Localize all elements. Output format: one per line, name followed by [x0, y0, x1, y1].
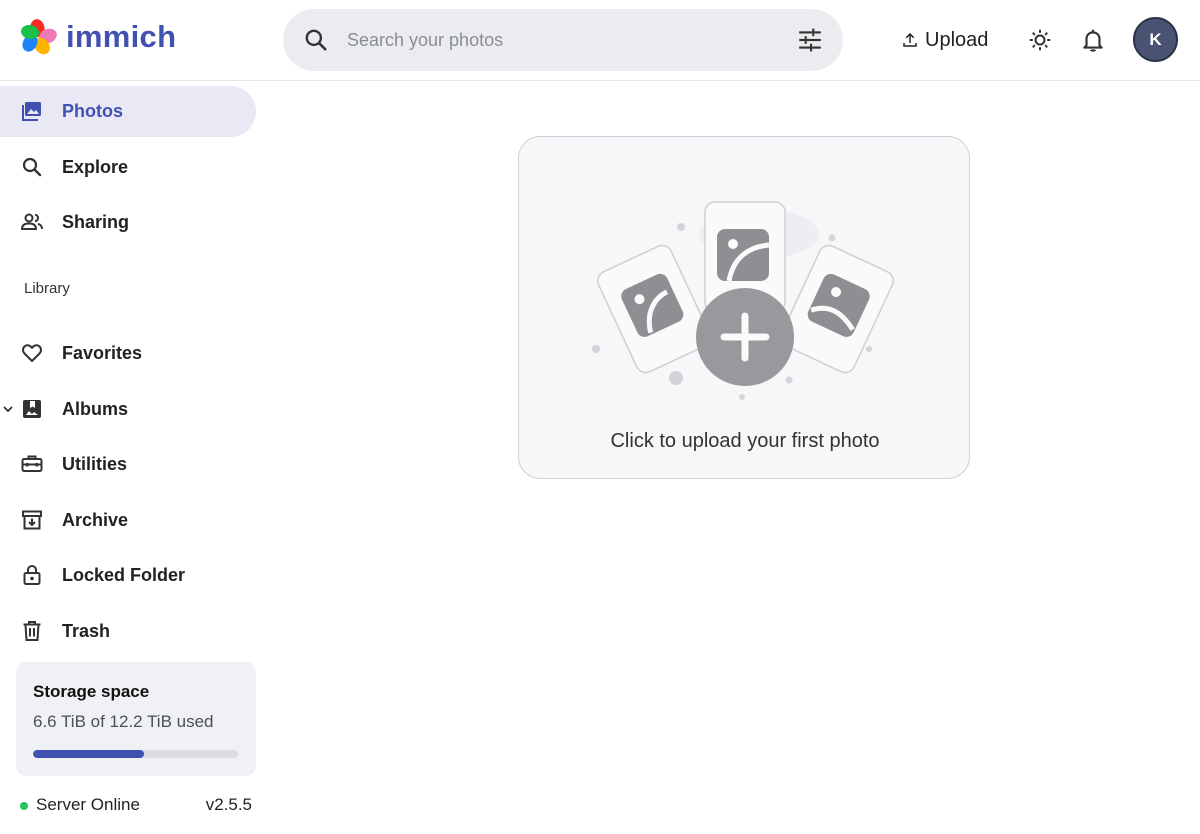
storage-progress-fill — [33, 750, 144, 758]
sidebar-item-archive[interactable]: Archive — [0, 495, 256, 546]
photos-icon — [22, 102, 41, 121]
sidebar-item-label: Photos — [62, 101, 123, 121]
library-section-label: Library — [24, 280, 70, 297]
brightness-icon — [1029, 29, 1051, 51]
upload-caption: Click to upload your first photo — [610, 430, 880, 452]
user-avatar[interactable]: K — [1133, 17, 1178, 62]
people-icon — [20, 213, 43, 230]
sidebar-item-utilities[interactable]: Utilities — [0, 439, 256, 490]
search-input[interactable] — [347, 21, 777, 59]
top-bar: immich Upload — [0, 0, 1200, 81]
chevron-down-icon[interactable] — [2, 403, 14, 415]
search-bar[interactable] — [283, 9, 843, 71]
sidebar-item-label: Archive — [62, 510, 129, 530]
sidebar-item-label: Utilities — [62, 454, 128, 474]
sidebar-item-sharing[interactable]: Sharing — [0, 197, 256, 248]
upload-label: Upload — [925, 28, 989, 51]
immich-logo[interactable]: immich — [20, 18, 176, 56]
server-status: Server Online v2.5.5 — [20, 795, 256, 819]
server-status-text: Server Online — [36, 795, 140, 814]
sidebar-item-trash[interactable]: Trash — [0, 606, 256, 657]
album-icon — [23, 400, 41, 418]
server-version[interactable]: v2.5.5 — [206, 795, 252, 815]
immich-pinwheel-logo-icon — [21, 19, 57, 55]
storage-progress-bar — [33, 750, 238, 758]
sidebar-item-label: Trash — [62, 621, 111, 641]
sidebar-item-label: Locked Folder — [62, 565, 186, 585]
sidebar-item-photos[interactable]: Photos — [0, 86, 256, 137]
sidebar-item-label: Explore — [62, 157, 129, 177]
sidebar-item-locked-folder[interactable]: Locked Folder — [0, 550, 256, 601]
search-icon[interactable] — [303, 27, 329, 53]
notifications-button[interactable] — [1073, 20, 1113, 60]
heart-icon — [22, 344, 42, 362]
sidebar: Photos Explore Sharing Library Favorites — [0, 82, 270, 834]
upload-icon — [903, 32, 917, 47]
upload-photos-illustration — [592, 201, 894, 400]
storage-panel: Storage space 6.6 TiB of 12.2 TiB used — [16, 662, 256, 776]
logo-text: immich — [66, 19, 177, 54]
trash-icon — [23, 621, 41, 641]
archive-icon — [22, 510, 42, 530]
theme-toggle-button[interactable] — [1020, 20, 1060, 60]
empty-upload-placeholder[interactable]: Click to upload your first photo — [518, 136, 970, 479]
sidebar-item-label: Favorites — [62, 343, 143, 363]
bell-icon — [1083, 29, 1103, 52]
lock-icon — [23, 564, 41, 585]
toolbox-icon — [21, 455, 43, 472]
sidebar-item-label: Sharing — [62, 212, 130, 232]
status-dot — [20, 802, 28, 810]
sidebar-item-explore[interactable]: Explore — [0, 142, 256, 193]
sidebar-item-label: Albums — [62, 399, 129, 419]
storage-usage: 6.6 TiB of 12.2 TiB used — [33, 712, 214, 731]
sidebar-item-albums[interactable]: Albums — [0, 384, 256, 435]
search-icon — [22, 157, 42, 177]
storage-title: Storage space — [33, 682, 150, 701]
sidebar-item-favorites[interactable]: Favorites — [0, 328, 256, 379]
tune-icon[interactable] — [797, 27, 823, 53]
upload-button[interactable]: Upload — [889, 18, 1000, 62]
